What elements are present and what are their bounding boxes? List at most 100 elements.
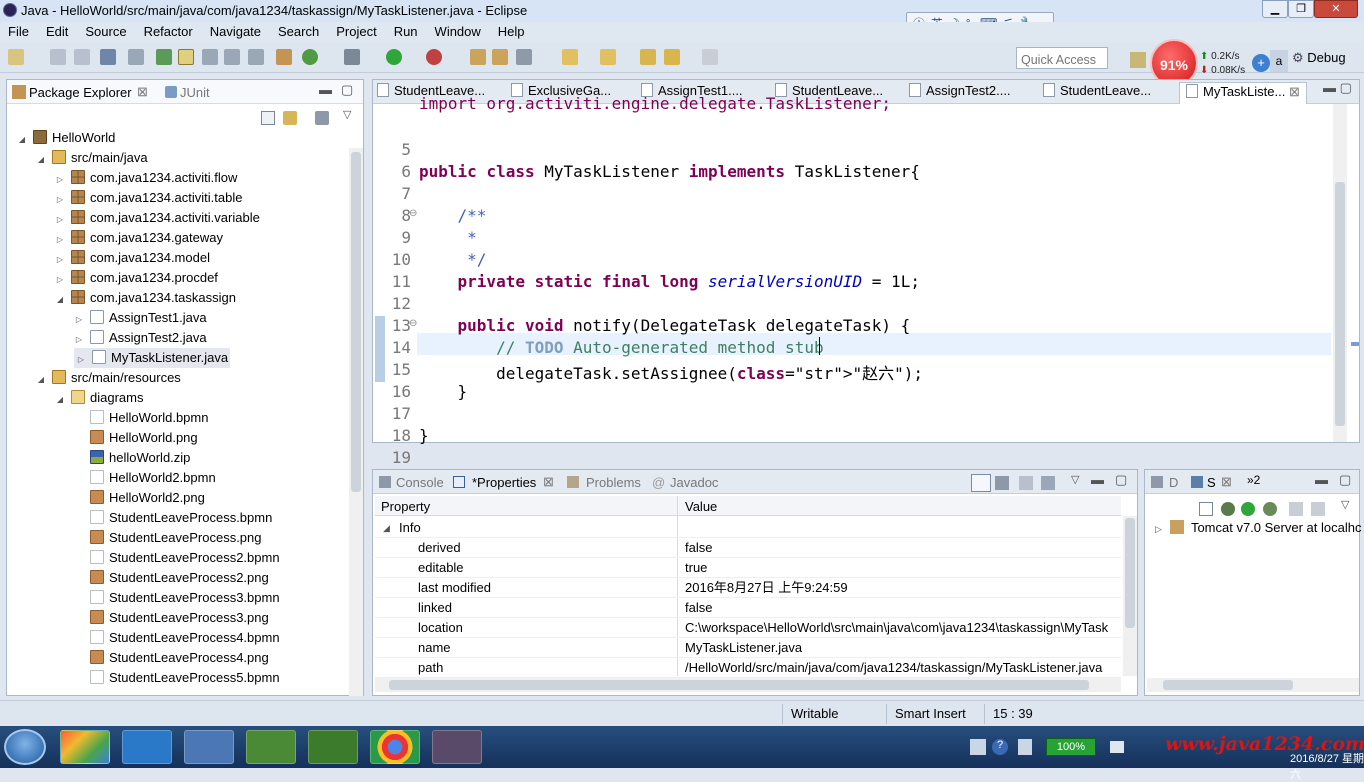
fold-toggle-icon[interactable]: ⊖: [409, 318, 417, 329]
start-server-icon[interactable]: [1241, 502, 1255, 516]
mark-occurrences-icon[interactable]: [178, 49, 194, 65]
publish-icon[interactable]: [1311, 502, 1325, 516]
maximize-view-icon[interactable]: ▢: [341, 82, 353, 98]
tray-icon[interactable]: [1018, 739, 1032, 755]
column-value[interactable]: Value: [685, 499, 717, 514]
new-package-icon[interactable]: [276, 49, 292, 65]
servers-hscrollbar[interactable]: [1147, 678, 1359, 692]
editor-view-controls[interactable]: ▬ ▢: [1323, 80, 1352, 100]
tab-package-explorer[interactable]: Package Explorer: [29, 85, 132, 100]
help-tray-icon[interactable]: ?: [992, 739, 1008, 755]
minimize-view-icon[interactable]: ▬: [1315, 472, 1328, 487]
filter-icon[interactable]: [315, 111, 329, 125]
start-button-icon[interactable]: [4, 729, 46, 765]
save-all-icon[interactable]: [74, 49, 90, 65]
camtasia-icon[interactable]: [246, 730, 296, 764]
close-icon[interactable]: ✕: [1314, 0, 1358, 18]
pin-icon[interactable]: [1041, 476, 1055, 490]
tree-item[interactable]: ▷ com.java1234.procdef: [55, 268, 218, 288]
tree-item[interactable]: ◢ diagrams: [55, 388, 143, 408]
close-tab-icon[interactable]: ⊠: [543, 474, 554, 490]
tree-item[interactable]: StudentLeaveProcess4.png: [74, 648, 269, 668]
code-line[interactable]: */: [419, 250, 486, 269]
properties-hscroll-thumb[interactable]: [389, 680, 1089, 690]
property-row[interactable]: last modified 2016年8月27日 上午9:24:59: [375, 578, 1121, 598]
menu-run[interactable]: Run: [386, 22, 427, 42]
wps-icon[interactable]: [122, 730, 172, 764]
expanded-triangle-icon[interactable]: ◢: [55, 390, 65, 410]
code-line[interactable]: /**: [419, 206, 487, 225]
tree-item[interactable]: HelloWorld2.png: [74, 488, 205, 508]
editor-scrollbar[interactable]: [1333, 104, 1347, 442]
tree-item[interactable]: StudentLeaveProcess3.png: [74, 608, 269, 628]
code-line[interactable]: private static final long serialVersionU…: [419, 272, 920, 291]
tree-item[interactable]: ▷ com.java1234.activiti.table: [55, 188, 242, 208]
open-perspective-icon[interactable]: [1130, 52, 1146, 68]
open-project-icon[interactable]: [492, 49, 508, 65]
status-insert-mode[interactable]: Smart Insert: [895, 706, 966, 721]
tree-item[interactable]: ▷ AssignTest1.java: [74, 308, 207, 328]
external-tools-icon[interactable]: [426, 49, 442, 65]
tab-javadoc[interactable]: Javadoc: [670, 475, 718, 490]
server-entry[interactable]: ▷ Tomcat v7.0 Server at localhc: [1155, 520, 1361, 535]
status-cursor-position[interactable]: 15 : 39: [993, 706, 1033, 721]
close-tab-icon[interactable]: ⊠: [1285, 84, 1300, 99]
expand-triangle-icon[interactable]: ◢: [383, 518, 390, 538]
properties-scrollbar[interactable]: [1123, 516, 1137, 676]
view-menu-icon[interactable]: ▽: [1341, 498, 1349, 511]
menu-refactor[interactable]: Refactor: [136, 22, 202, 42]
editor-tab[interactable]: AssignTest2....: [909, 83, 1011, 103]
tab-properties[interactable]: *Properties: [472, 475, 536, 490]
battery-indicator[interactable]: 100%: [1046, 738, 1096, 756]
minimize-icon[interactable]: ▁: [1262, 0, 1288, 18]
collapsed-triangle-icon[interactable]: ▷: [55, 230, 65, 250]
close-tab-icon[interactable]: ⊠: [1221, 474, 1232, 490]
menu-navigate[interactable]: Navigate: [202, 22, 270, 42]
menu-file[interactable]: File: [0, 22, 38, 42]
pencil-icon[interactable]: [516, 49, 532, 65]
tree-item[interactable]: HelloWorld.bpmn: [74, 408, 208, 428]
expanded-triangle-icon[interactable]: ◢: [55, 290, 65, 310]
save-icon[interactable]: [50, 49, 66, 65]
categories-icon[interactable]: [971, 474, 991, 492]
tab-overflow[interactable]: »2: [1247, 473, 1260, 487]
property-row[interactable]: derived false: [375, 538, 1121, 558]
tree-scroll-thumb[interactable]: [351, 152, 361, 492]
debug-server-icon[interactable]: [1221, 502, 1235, 516]
stop-server-icon[interactable]: [1289, 502, 1303, 516]
maximize-view-icon[interactable]: ▢: [1339, 472, 1351, 488]
collapsed-triangle-icon[interactable]: ▷: [55, 170, 65, 190]
back-icon[interactable]: [664, 49, 680, 65]
property-row[interactable]: location C:\workspace\HelloWorld\src\main…: [375, 618, 1121, 638]
tree-item[interactable]: ▷ com.java1234.model: [55, 248, 210, 268]
tree-item[interactable]: StudentLeaveProcess3.bpmn: [74, 588, 280, 608]
tree-item[interactable]: StudentLeaveProcess2.png: [74, 568, 269, 588]
collapse-all-icon[interactable]: [261, 111, 275, 125]
maximize-icon[interactable]: ❐: [1288, 0, 1314, 18]
property-row[interactable]: path/HelloWorld/src/main/java/com/java12…: [375, 658, 1121, 678]
collapsed-triangle-icon[interactable]: ▷: [74, 310, 84, 330]
link-editor-icon[interactable]: [283, 111, 297, 125]
menu-edit[interactable]: Edit: [38, 22, 77, 42]
forward-icon[interactable]: [702, 49, 718, 65]
properties-hscrollbar[interactable]: [375, 678, 1121, 692]
collapsed-triangle-icon[interactable]: ▷: [55, 270, 65, 290]
tree-item[interactable]: ◢ src/main/java: [36, 148, 148, 168]
editor-scroll-thumb[interactable]: [1335, 182, 1345, 426]
tree-item[interactable]: ◢ HelloWorld: [17, 128, 115, 148]
menu-project[interactable]: Project: [328, 22, 385, 42]
tree-item[interactable]: helloWorld.zip: [74, 448, 190, 468]
code-line[interactable]: delegateTask.setAssignee(class="str">"赵六…: [419, 360, 923, 384]
servers-hscroll-thumb[interactable]: [1163, 680, 1293, 690]
expanded-triangle-icon[interactable]: ◢: [36, 150, 46, 170]
close-tab-icon[interactable]: ⊠: [137, 84, 148, 100]
photo-app-icon[interactable]: [60, 730, 110, 764]
code-line[interactable]: }: [419, 426, 429, 445]
collapsed-triangle-icon[interactable]: ▷: [55, 210, 65, 230]
code-line[interactable]: public void notify(DelegateTask delegate…: [419, 316, 911, 335]
run-icon[interactable]: [386, 49, 402, 65]
menu-window[interactable]: Window: [427, 22, 490, 42]
code-line[interactable]: }: [419, 382, 468, 401]
chrome-icon[interactable]: [370, 730, 420, 764]
expand-triangle-icon[interactable]: ▷: [1155, 524, 1162, 534]
